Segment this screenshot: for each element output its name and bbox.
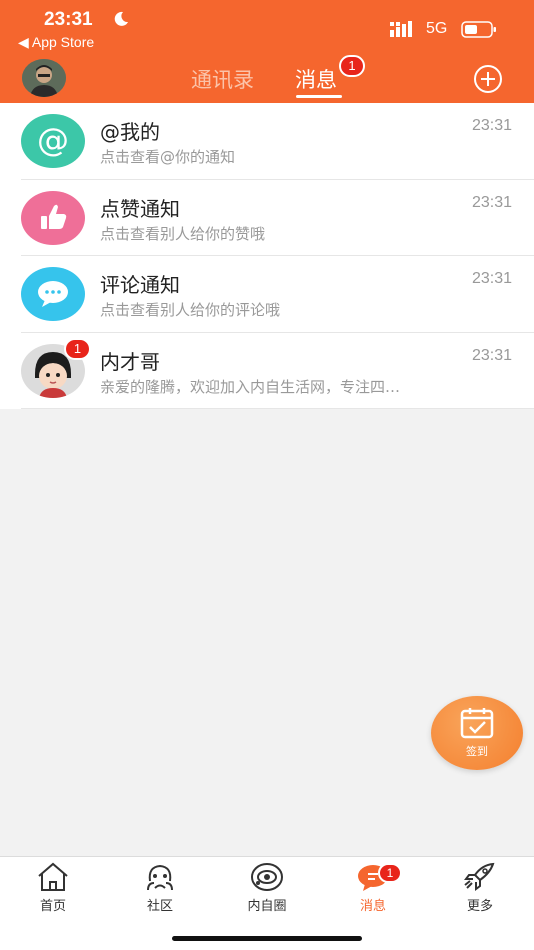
tabbar-label: 更多 xyxy=(466,899,493,914)
rocket-icon xyxy=(464,862,495,891)
tabbar-home[interactable]: 首页 xyxy=(13,861,93,914)
item-title: 点赞通知 xyxy=(100,196,180,221)
list-item-comments[interactable]: 评论通知 点击查看别人给你的评论哦 23:31 xyxy=(0,256,534,333)
item-time: 23:31 xyxy=(471,193,512,211)
item-subtitle: 点击查看别人给你的评论哦 xyxy=(100,301,281,319)
at-icon: @ xyxy=(21,114,85,168)
home-indicator xyxy=(172,936,362,941)
tab-messages-badge: 1 xyxy=(339,55,365,77)
tabbar-label: 首页 xyxy=(39,899,66,914)
circle-eye-icon xyxy=(251,863,283,891)
tab-contacts[interactable]: 通讯录 xyxy=(191,64,254,94)
calendar-check-icon xyxy=(460,708,494,739)
tabbar-messages[interactable]: 1 消息 xyxy=(333,861,413,914)
active-tab-indicator xyxy=(296,95,342,98)
battery-icon xyxy=(461,21,496,38)
check-in-button[interactable]: 签到 xyxy=(431,696,523,770)
tabbar-label: 社区 xyxy=(146,899,173,914)
back-to-app-store[interactable]: ◀ App Store xyxy=(18,34,94,51)
tabbar-circle[interactable]: 内自圈 xyxy=(227,861,307,914)
item-subtitle: 点击查看@你的通知 xyxy=(100,148,236,166)
item-subtitle: 点击查看别人给你的赞哦 xyxy=(100,224,266,243)
moon-icon xyxy=(114,11,128,26)
app-header: 23:31 ◀ App Store 5G 通讯录 消息 1 xyxy=(0,0,534,103)
item-time: 23:31 xyxy=(471,117,512,134)
tabbar-community[interactable]: 社区 xyxy=(120,861,200,914)
home-icon xyxy=(38,862,68,891)
status-time: 23:31 xyxy=(44,9,93,30)
community-icon xyxy=(147,864,173,891)
item-subtitle: 亲爱的隆腾，欢迎加入内自生活网，专注四… xyxy=(100,377,401,396)
list-item-at-me[interactable]: @ @我的 点击查看@你的通知 23:31 xyxy=(0,103,534,180)
tabbar-label: 内自圈 xyxy=(247,899,287,914)
add-icon[interactable] xyxy=(473,64,503,94)
tabbar-label: 消息 xyxy=(359,899,386,914)
tabbar-messages-badge: 1 xyxy=(378,863,402,883)
thumbs-up-icon xyxy=(21,190,85,245)
item-title: 内才哥 xyxy=(100,349,160,374)
item-time: 23:31 xyxy=(471,346,512,364)
list-item-likes[interactable]: 点赞通知 点击查看别人给你的赞哦 23:31 xyxy=(0,180,534,256)
unread-badge: 1 xyxy=(64,337,91,360)
item-title: @我的 xyxy=(100,120,160,144)
item-title: 评论通知 xyxy=(100,273,180,297)
divider xyxy=(21,408,534,409)
message-list: @ @我的 点击查看@你的通知 23:31 点赞通知 点击查看别人给你的赞哦 2… xyxy=(0,103,534,409)
tabbar-more[interactable]: 更多 xyxy=(440,861,520,914)
comment-icon xyxy=(21,267,85,321)
tab-messages[interactable]: 消息 xyxy=(295,64,337,94)
item-time: 23:31 xyxy=(471,270,512,287)
check-in-label: 签到 xyxy=(466,745,488,758)
network-type: 5G xyxy=(426,20,448,37)
my-avatar[interactable] xyxy=(22,59,66,97)
svg-text:@: @ xyxy=(37,121,69,159)
signal-icon xyxy=(390,21,412,37)
list-item-chat[interactable]: 1 内才哥 亲爱的隆腾，欢迎加入内自生活网，专注四… 23:31 xyxy=(0,333,534,409)
